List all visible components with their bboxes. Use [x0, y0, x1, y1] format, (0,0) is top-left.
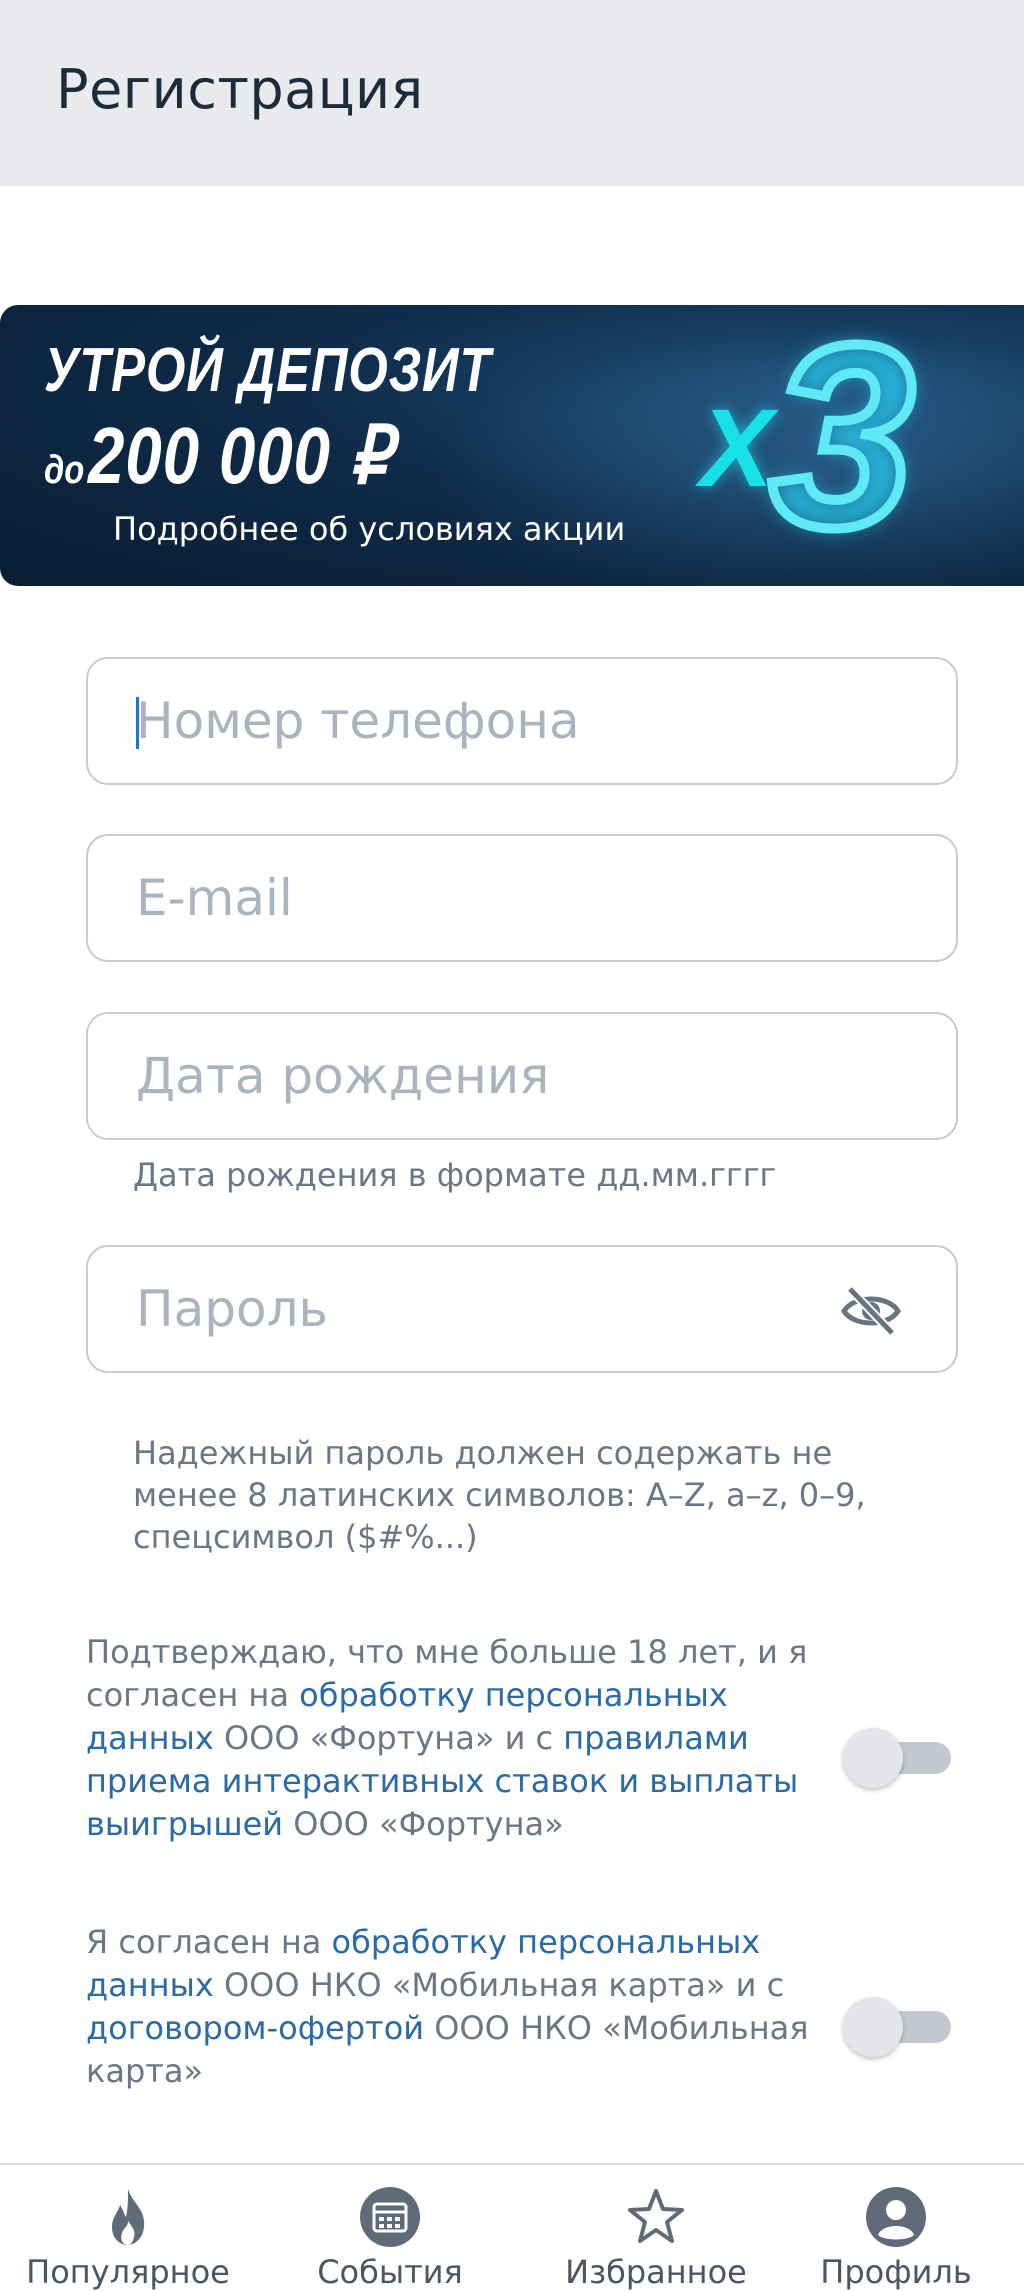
text-caret: [136, 697, 139, 749]
consent-mobile-card-text: Я согласен на обработку персональных дан…: [86, 1921, 826, 2093]
email-field[interactable]: [86, 834, 958, 962]
nav-label: События: [317, 2253, 463, 2291]
user-icon: [866, 2187, 926, 2247]
password-input[interactable]: [136, 1247, 836, 1371]
email-input[interactable]: [136, 836, 836, 960]
consent-fortuna-text: Подтверждаю, что мне больше 18 лет, и я …: [86, 1631, 826, 1846]
consent-text: Я согласен на: [86, 1923, 332, 1961]
consent-mobile-card-toggle[interactable]: [843, 1997, 953, 2057]
phone-input[interactable]: [136, 659, 836, 783]
banner-amount-line: до 200 000 ₽: [44, 409, 392, 502]
eye-off-icon[interactable]: [840, 1285, 902, 1337]
password-helper-line: менее 8 латинских символов: A–Z, a–z, 0–…: [133, 1476, 866, 1514]
calendar-icon: [360, 2187, 420, 2247]
birthdate-field[interactable]: [86, 1012, 958, 1140]
bottom-nav: Популярное События Избранное Профиль: [0, 2163, 1024, 2291]
nav-label: Популярное: [26, 2253, 230, 2291]
birthdate-input[interactable]: [136, 1014, 836, 1138]
nav-profile[interactable]: Профиль: [768, 2165, 1024, 2291]
toggle-knob: [843, 1997, 903, 2057]
offer-agreement-link[interactable]: договором-офертой: [86, 2009, 424, 2047]
password-helper: Надежный пароль должен содержать не мене…: [133, 1432, 866, 1558]
banner-amount: 200 000 ₽: [87, 411, 393, 500]
password-helper-line: Надежный пароль должен содержать не: [133, 1434, 833, 1472]
banner-multiplier-x: X: [700, 387, 774, 510]
nav-label: Избранное: [565, 2253, 747, 2291]
consent-fortuna-toggle[interactable]: [843, 1728, 953, 1788]
consent-text: ООО «Фортуна» и с: [213, 1719, 564, 1757]
consent-text: ООО НКО «Мобильная карта» и с: [213, 1966, 785, 2004]
promo-banner[interactable]: УТРОЙ ДЕПОЗИТ до 200 000 ₽ Подробнее об …: [0, 305, 1024, 586]
birthdate-helper: Дата рождения в формате дд.мм.гггг: [133, 1156, 777, 1194]
phone-field[interactable]: [86, 657, 958, 785]
banner-details-link[interactable]: Подробнее об условиях акции: [113, 510, 625, 548]
toggle-knob: [843, 1728, 903, 1788]
consent-text: ООО «Фортуна»: [283, 1805, 564, 1843]
nav-favorites[interactable]: Избранное: [528, 2165, 784, 2291]
flame-icon: [98, 2187, 158, 2247]
nav-events[interactable]: События: [262, 2165, 518, 2291]
password-field[interactable]: [86, 1245, 958, 1373]
app-header: Регистрация: [0, 0, 1024, 186]
nav-label: Профиль: [820, 2253, 972, 2291]
star-icon: [626, 2187, 686, 2247]
banner-multiplier-value: 3: [765, 305, 920, 582]
banner-prefix: до: [44, 448, 85, 492]
nav-popular[interactable]: Популярное: [0, 2165, 256, 2291]
page-title: Регистрация: [56, 58, 424, 121]
banner-headline: УТРОЙ ДЕПОЗИТ: [44, 336, 492, 405]
password-helper-line: спецсимвол ($#%...): [133, 1518, 478, 1556]
